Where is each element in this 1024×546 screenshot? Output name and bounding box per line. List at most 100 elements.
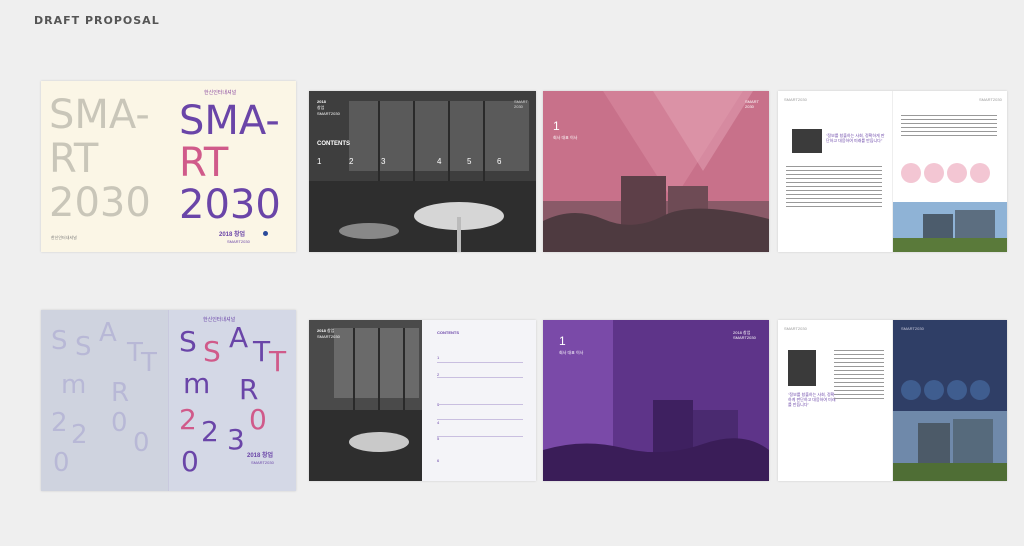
chapter-right-mark: SMART 2030 bbox=[745, 99, 759, 109]
cover-spread-v2[interactable]: S S A T T m R 2 2 0 0 0 한신인터내셔널 S S A T … bbox=[41, 310, 296, 491]
contents2-header-title: 창업 bbox=[327, 328, 335, 333]
contents2-item-1: 1 bbox=[437, 355, 440, 360]
ceo-photo bbox=[792, 129, 822, 153]
chapter-spread-v1[interactable]: 1 회사 대표 이사 SMART 2030 bbox=[543, 91, 769, 252]
interview2-header: SMART2030 bbox=[784, 326, 807, 331]
cover-subtitle: SMART2030 bbox=[227, 239, 250, 244]
cover-faded-line-1: SMA- bbox=[49, 92, 150, 138]
building-photo-2 bbox=[893, 411, 1007, 481]
contents-spread-v1[interactable]: 2018 창업 SMART2030 CONTENTS 1 2 3 4 5 6 S… bbox=[309, 91, 536, 252]
cover-brand: 한신인터내셔널 bbox=[204, 90, 237, 96]
office-photo bbox=[309, 91, 536, 252]
chapter-triangles bbox=[543, 91, 769, 252]
cover2-faded-0b: 0 bbox=[133, 428, 150, 458]
cover2-letter-a: A bbox=[229, 321, 249, 354]
cover-big-line-2: RT bbox=[179, 140, 229, 186]
cover-year-title: 2018 창업 bbox=[219, 232, 246, 238]
keyword2-circle-1 bbox=[901, 380, 921, 400]
cover2-letter-3: 3 bbox=[227, 423, 245, 456]
contents-num-6: 6 bbox=[497, 157, 502, 166]
interview-header: SMART2030 bbox=[784, 97, 807, 102]
cover2-letter-2a: 2 bbox=[179, 403, 197, 436]
keyword-circle-1 bbox=[901, 163, 921, 183]
contents2-photo-page: 2018 창업 SMART2030 bbox=[309, 320, 422, 481]
cover-back-brand: 한신인터내셔널 bbox=[51, 235, 77, 240]
logo-badge-icon bbox=[263, 231, 268, 236]
contents2-item-6: 6 bbox=[437, 458, 440, 463]
contents-right-mark: SMART 2030 bbox=[514, 99, 528, 109]
interview2-quote: "정보를 창출하는 사회, 정확하게 판단하고 대응하여 미래를 만듭니다" bbox=[788, 392, 836, 407]
contents-num-1: 1 bbox=[317, 157, 322, 166]
office-photo-2 bbox=[309, 320, 422, 481]
cover2-letter-r: R bbox=[239, 373, 259, 406]
keyword2-circle-3 bbox=[947, 380, 967, 400]
contents2-list-page: CONTENTS 1 2 3 4 5 6 bbox=[423, 320, 536, 481]
cover-back-page: SMA- RT 2030 한신인터내셔널 bbox=[41, 81, 168, 252]
chapter2-number: 1 bbox=[559, 334, 566, 348]
contents-num-4: 4 bbox=[437, 157, 442, 166]
cover2-faded-t2: T bbox=[141, 348, 157, 378]
cover-big-line-1: SMA- bbox=[179, 98, 280, 144]
interview2-left-page: SMART2030 "정보를 창출하는 사회, 정확하게 판단하고 대응하여 미… bbox=[778, 320, 893, 481]
interview-right-text bbox=[901, 115, 997, 139]
cover2-letter-s2: S bbox=[203, 335, 221, 368]
contents-num-5: 5 bbox=[467, 157, 472, 166]
building-photo bbox=[893, 202, 1007, 252]
keyword2-circle-4 bbox=[970, 380, 990, 400]
cover2-faded-a: A bbox=[99, 318, 117, 348]
chapter-title: 회사 대표 이사 bbox=[553, 135, 578, 140]
contents2-label: CONTENTS bbox=[437, 330, 459, 335]
keyword-circle-2 bbox=[924, 163, 944, 183]
keyword-circle-4 bbox=[970, 163, 990, 183]
interview2-right-page: SMART2030 bbox=[893, 320, 1007, 481]
keyword2-circle-2 bbox=[924, 380, 944, 400]
interview-spread-v1[interactable]: SMART2030 "정보를 창출하는 사회, 정확하게 판단하고 대응하여 미… bbox=[778, 91, 1007, 252]
contents2-header-year: 2018 bbox=[317, 328, 326, 333]
cover-spread-v1[interactable]: SMA- RT 2030 한신인터내셔널 한신인터내셔널 SMA- RT 203… bbox=[41, 81, 296, 252]
cover2-back-page: S S A T T m R 2 2 0 0 0 bbox=[41, 310, 168, 491]
cover2-faded-0a: 0 bbox=[111, 408, 128, 438]
page-title: DRAFT PROPOSAL bbox=[34, 14, 160, 27]
cover2-letter-0a: 0 bbox=[249, 403, 267, 436]
cover-front-page: 한신인터내셔널 SMA- RT 2030 2018 창업 SMART2030 bbox=[169, 81, 296, 252]
cover2-letter-t2: T bbox=[269, 345, 287, 378]
contents-spread-v2[interactable]: 2018 창업 SMART2030 CONTENTS 1 2 3 4 5 6 bbox=[309, 320, 536, 481]
cover2-letter-s1: S bbox=[179, 325, 197, 358]
cover-faded-line-2: RT bbox=[49, 136, 99, 182]
chapter-number: 1 bbox=[553, 119, 560, 133]
cover2-faded-0c: 0 bbox=[53, 448, 70, 478]
interview-spread-v2[interactable]: SMART2030 "정보를 창출하는 사회, 정확하게 판단하고 대응하여 미… bbox=[778, 320, 1007, 481]
chapter-spread-v2[interactable]: 1 회사 대표 이사 2018 창업 SMART2030 bbox=[543, 320, 769, 481]
cover2-faded-s1: S bbox=[51, 326, 68, 356]
interview2-right-header: SMART2030 bbox=[901, 326, 924, 331]
cover2-faded-2b: 2 bbox=[71, 420, 88, 450]
interview-right-page: SMART2030 bbox=[893, 91, 1007, 252]
cover2-letter-t1: T bbox=[253, 335, 271, 368]
cover2-faded-r: R bbox=[111, 378, 130, 408]
ceo-photo-2 bbox=[788, 350, 816, 386]
cover2-faded-m: m bbox=[61, 370, 87, 400]
interview-quote: "정보를 창출하는 사회, 정확하게 판단하고 대응하여 미래를 만듭니다" bbox=[826, 133, 885, 143]
interview-right-header: SMART2030 bbox=[979, 97, 1002, 102]
cover2-letter-0b: 0 bbox=[181, 445, 199, 478]
cover2-front-page: 한신인터내셔널 S S A T T m R 2 2 3 0 0 2018 창업 … bbox=[169, 310, 296, 491]
cover2-letter-m: m bbox=[183, 367, 211, 400]
contents-header-year: 2018 bbox=[317, 99, 326, 104]
contents-label: CONTENTS bbox=[317, 141, 350, 147]
interview2-body-text bbox=[834, 350, 884, 402]
cover-faded-line-3: 2030 bbox=[49, 180, 151, 226]
contents-num-2: 2 bbox=[349, 157, 354, 166]
cover2-letter-2b: 2 bbox=[201, 415, 219, 448]
contents2-rules bbox=[437, 362, 523, 440]
interview-body-text bbox=[786, 166, 882, 210]
cover-big-line-3: 2030 bbox=[179, 182, 281, 228]
cover2-faded-s2: S bbox=[75, 332, 92, 362]
cover2-year-title: 2018 창업 bbox=[247, 453, 274, 459]
contents2-header-sub: SMART2030 bbox=[317, 334, 340, 339]
keyword-circle-3 bbox=[947, 163, 967, 183]
chapter2-title: 회사 대표 이사 bbox=[559, 350, 584, 355]
contents-header-title: 창업 bbox=[317, 105, 325, 110]
cover2-faded-2a: 2 bbox=[51, 408, 68, 438]
chapter2-photo bbox=[543, 320, 769, 481]
contents-header-sub: SMART2030 bbox=[317, 111, 340, 116]
